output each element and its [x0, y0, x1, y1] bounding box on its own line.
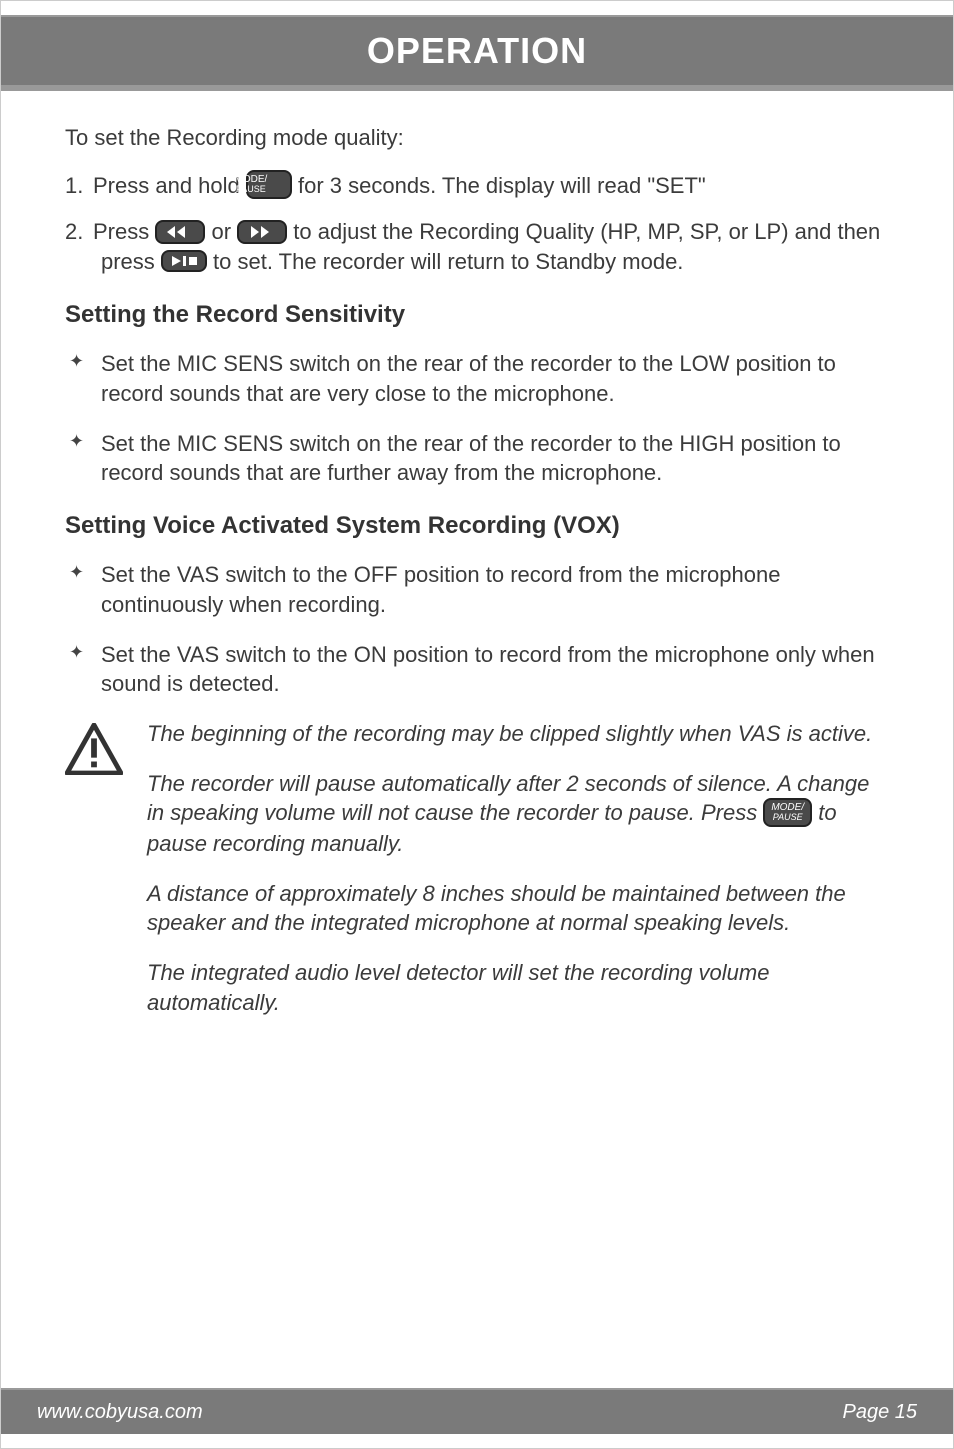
list-item: Set the MIC SENS switch on the rear of t… [65, 429, 889, 488]
page-container: OPERATION To set the Recording mode qual… [0, 0, 954, 1449]
step-text-mid1: or [205, 219, 237, 244]
note-paragraph: The integrated audio level detector will… [147, 958, 889, 1017]
footer-url: www.cobyusa.com [37, 1401, 203, 1424]
note-paragraph: A distance of approximately 8 inches sho… [147, 879, 889, 938]
step-text-pre: Press and hold [93, 173, 246, 198]
step-text-post: to set. The recorder will return to Stan… [207, 249, 684, 274]
footer-page: Page 15 [842, 1401, 917, 1424]
content-area: To set the Recording mode quality: 1.Pre… [1, 97, 953, 1038]
section-heading-vox: Setting Voice Activated System Recording… [65, 510, 889, 542]
section-heading-sensitivity: Setting the Record Sensitivity [65, 299, 889, 331]
vox-list: Set the VAS switch to the OFF position t… [65, 560, 889, 699]
intro-text: To set the Recording mode quality: [65, 123, 889, 153]
note-paragraph: The beginning of the recording may be cl… [147, 719, 889, 749]
note-text: The beginning of the recording may be cl… [147, 719, 889, 1038]
sensitivity-list: Set the MIC SENS switch on the rear of t… [65, 349, 889, 488]
page-title: OPERATION [367, 30, 587, 72]
step-text-post: for 3 seconds. The display will read "SE… [292, 173, 706, 198]
play-stop-icon [161, 250, 207, 272]
list-item: Set the VAS switch to the OFF position t… [65, 560, 889, 619]
step-number: 2. [65, 217, 93, 247]
header-bar: OPERATION [1, 15, 953, 85]
mode-pause-button-icon: MODE/PAUSE [246, 170, 292, 199]
step-number: 1. [65, 171, 93, 201]
note-block: The beginning of the recording may be cl… [65, 719, 889, 1038]
header-divider [1, 85, 953, 91]
note-text-pre: The recorder will pause automatically af… [147, 771, 869, 826]
list-item: Set the VAS switch to the ON position to… [65, 640, 889, 699]
step-2: 2.Press or to adjust the Recording Quali… [65, 217, 889, 276]
step-1: 1.Press and hold MODE/PAUSE for 3 second… [65, 171, 889, 202]
note-paragraph: The recorder will pause automatically af… [147, 769, 889, 859]
forward-icon [237, 220, 287, 244]
mode-pause-button-icon: MODE/PAUSE [763, 798, 812, 827]
list-item: Set the MIC SENS switch on the rear of t… [65, 349, 889, 408]
steps-list: 1.Press and hold MODE/PAUSE for 3 second… [65, 171, 889, 277]
footer-bar: www.cobyusa.com Page 15 [1, 1388, 953, 1434]
warning-icon [65, 719, 125, 1038]
rewind-icon [155, 220, 205, 244]
step-text-pre: Press [93, 219, 155, 244]
